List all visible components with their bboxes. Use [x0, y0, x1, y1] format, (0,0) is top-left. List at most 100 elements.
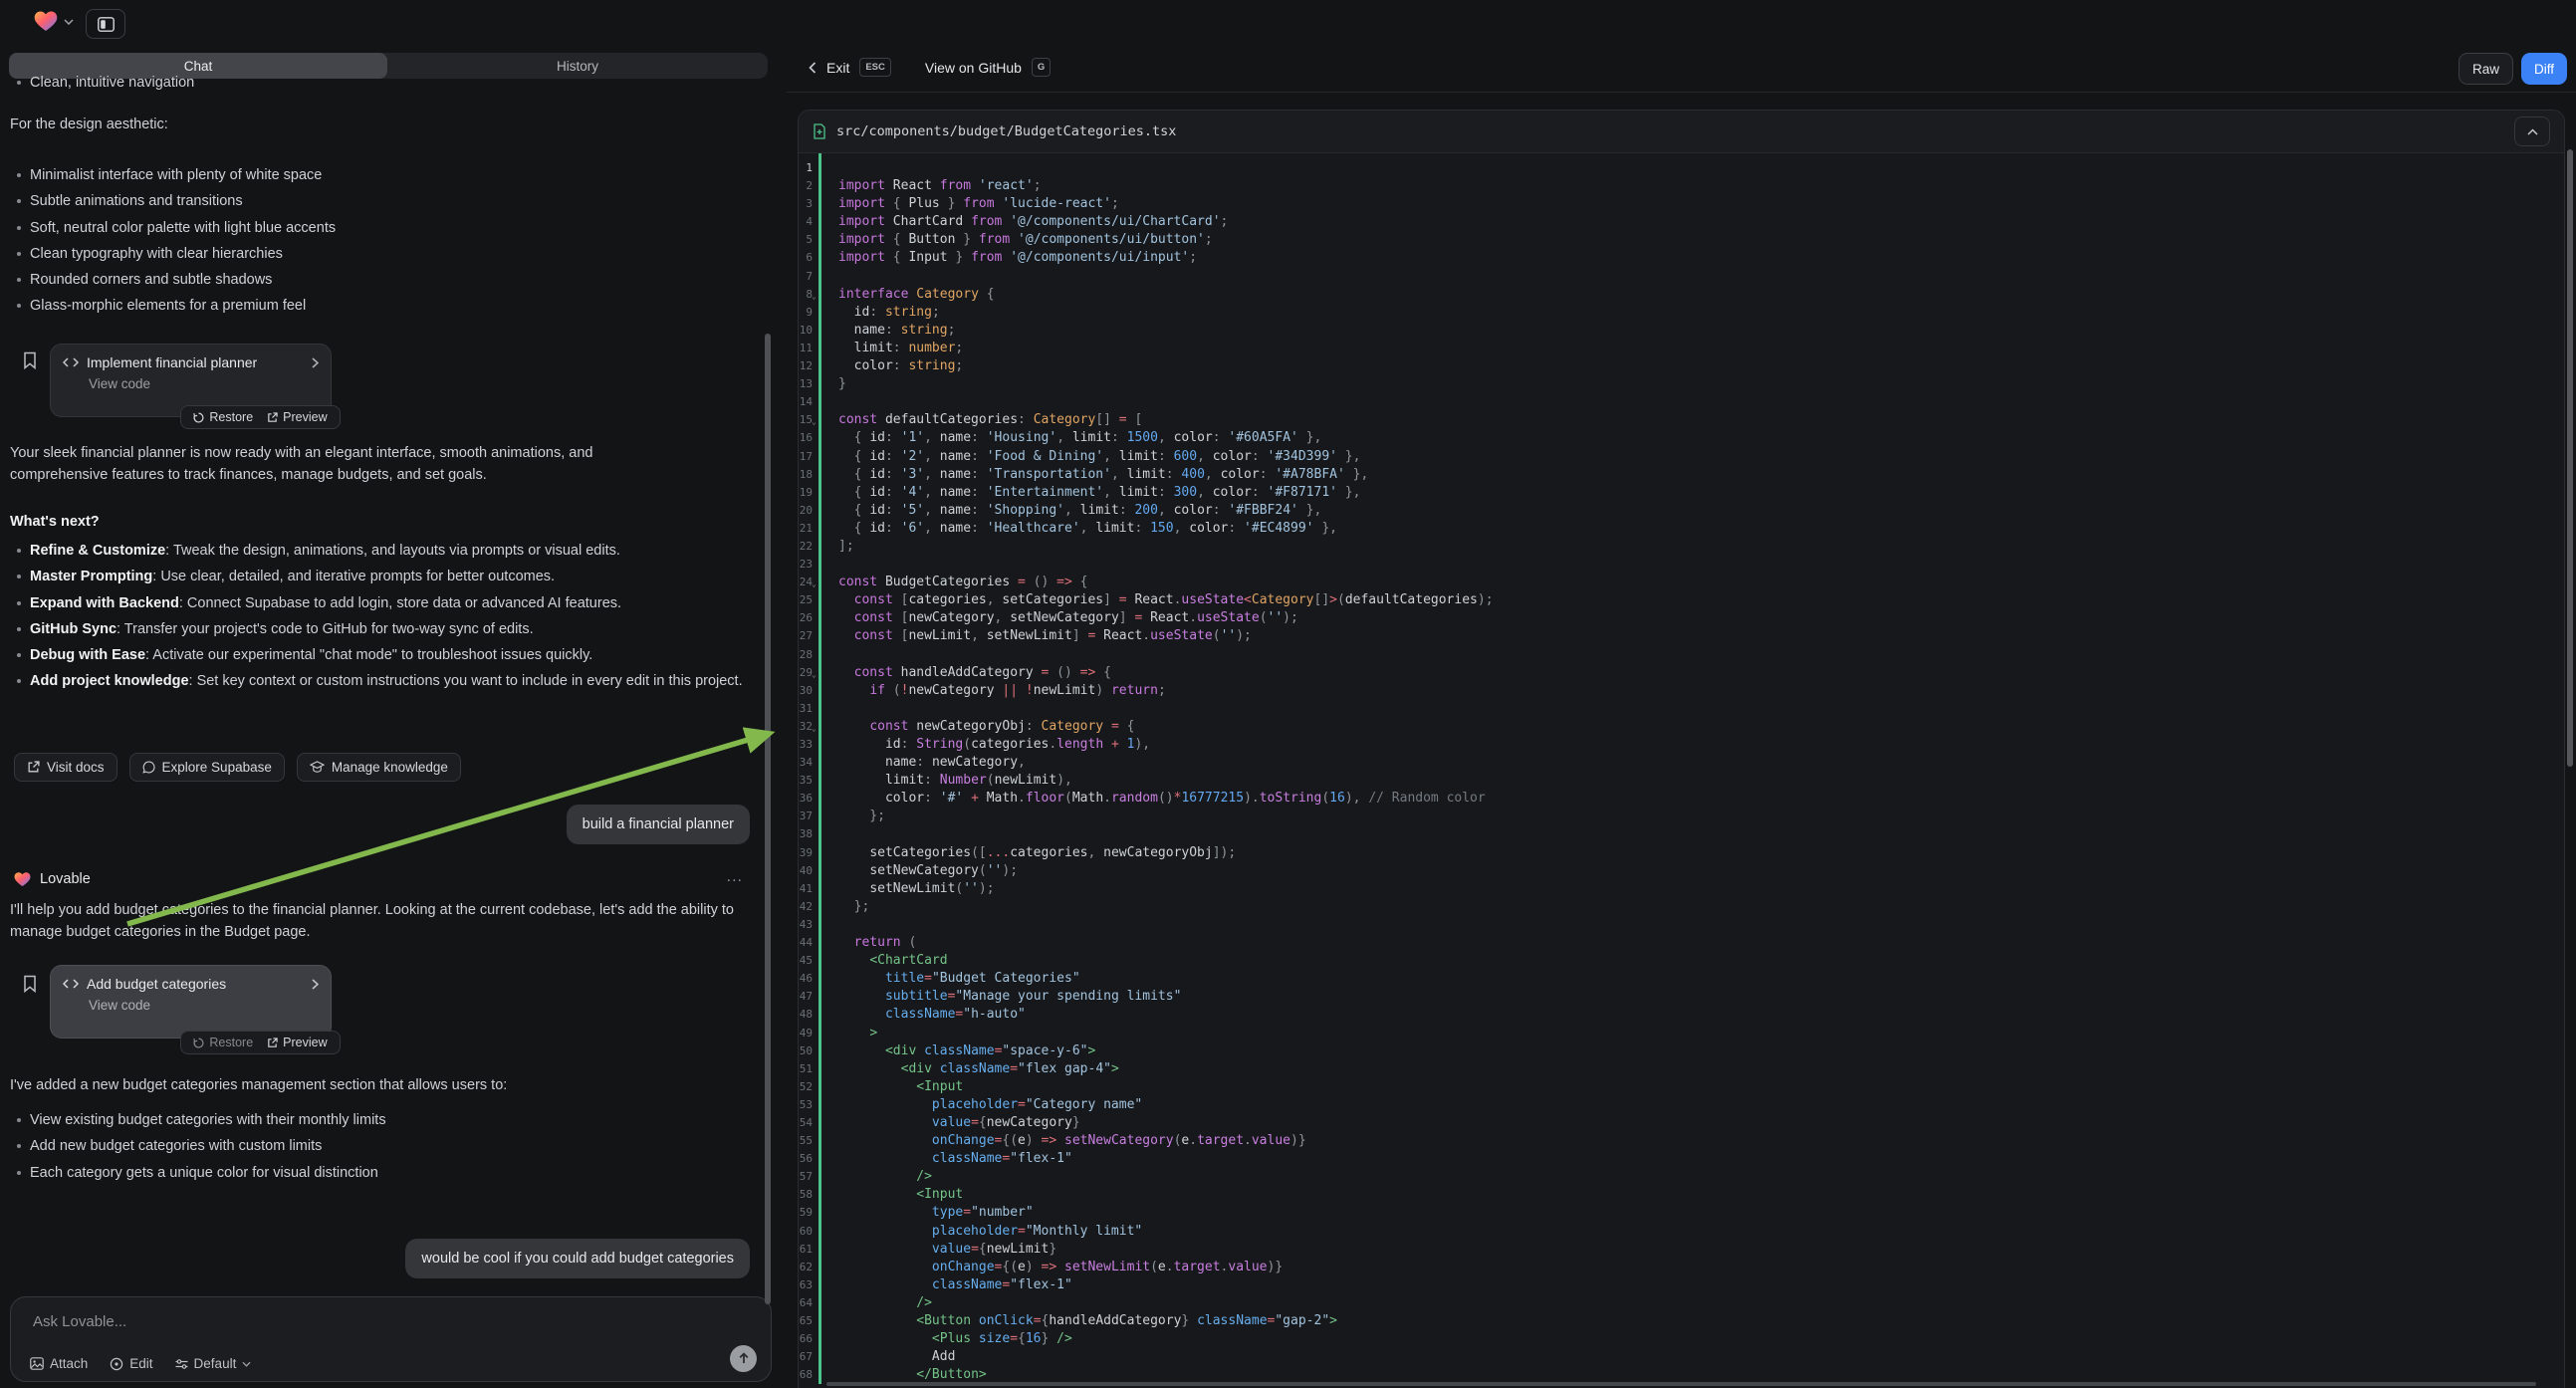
chat-input[interactable]	[31, 1311, 632, 1345]
preview-icon	[267, 1038, 278, 1048]
line-number: 29	[799, 664, 813, 682]
arrow-up-icon	[738, 1352, 750, 1365]
visit-docs-label: Visit docs	[47, 760, 105, 775]
code-line: 53 placeholder="Category name"	[799, 1096, 2564, 1114]
restore-button[interactable]: Restore	[193, 410, 253, 424]
diff-button[interactable]: Diff	[2521, 53, 2567, 85]
code-text: onChange={(e) => setNewCategory(e.target…	[838, 1132, 1306, 1150]
edit-label: Edit	[129, 1356, 152, 1371]
line-number: 18	[799, 466, 813, 484]
divider	[787, 92, 2576, 93]
preview-button[interactable]: Preview	[267, 1036, 327, 1049]
view-on-github-button[interactable]: View on GitHub	[925, 60, 1022, 76]
bookmark-icon[interactable]	[20, 350, 40, 370]
code-text: const handleAddCategory = () => {	[838, 664, 1111, 682]
artifact-card-add-budget-categories[interactable]: Add budget categories View code	[50, 965, 332, 1039]
explore-supabase-label: Explore Supabase	[162, 760, 272, 775]
code-line: 27 const [newLimit, setNewLimit] = React…	[799, 627, 2564, 645]
code-line: 18 { id: '3', name: 'Transportation', li…	[799, 466, 2564, 484]
code-text: import ChartCard from '@/components/ui/C…	[838, 213, 1228, 231]
code-text: limit: number;	[838, 340, 963, 357]
code-line: 24⌄const BudgetCategories = () => {	[799, 574, 2564, 591]
raw-button[interactable]: Raw	[2459, 53, 2513, 85]
code-line: 57 />	[799, 1168, 2564, 1186]
view-code-link[interactable]: View code	[89, 998, 319, 1013]
line-number: 42	[799, 898, 813, 916]
code-line: 52 <Input	[799, 1078, 2564, 1096]
external-link-icon	[27, 761, 40, 774]
code-editor[interactable]: 12import React from 'react';3import { Pl…	[799, 153, 2564, 1384]
restore-label: Restore	[209, 410, 253, 424]
code-line: 66 <Plus size={16} />	[799, 1330, 2564, 1348]
code-text: >	[838, 1025, 877, 1042]
assistant-header: Lovable	[14, 871, 91, 887]
lovable-avatar-icon	[14, 871, 31, 887]
restore-button[interactable]: Restore	[193, 1036, 253, 1049]
attach-button[interactable]: Attach	[30, 1356, 88, 1371]
code-text: ];	[838, 538, 854, 556]
code-text: }	[838, 375, 846, 393]
target-icon	[110, 1357, 123, 1371]
code-line: 5import { Button } from '@/components/ui…	[799, 231, 2564, 249]
line-number: 23	[799, 556, 813, 574]
code-text: type="number"	[838, 1204, 1034, 1222]
view-code-link[interactable]: View code	[89, 376, 319, 391]
manage-knowledge-button[interactable]: Manage knowledge	[297, 753, 461, 782]
back-chevron-icon[interactable]	[809, 62, 817, 74]
line-number: 22	[799, 538, 813, 556]
line-number: 33	[799, 736, 813, 754]
file-header[interactable]: src/components/budget/BudgetCategories.t…	[799, 111, 2564, 153]
code-line: 39 setCategories([...categories, newCate…	[799, 844, 2564, 862]
line-number: 17	[799, 448, 813, 466]
code-text: };	[838, 808, 885, 825]
code-line: 42 };	[799, 898, 2564, 916]
code-line: 6import { Input } from '@/components/ui/…	[799, 249, 2564, 267]
line-number: 14	[799, 393, 813, 411]
line-number: 10	[799, 322, 813, 340]
code-text: const newCategoryObj: Category = {	[838, 718, 1134, 736]
line-number: 46	[799, 970, 813, 988]
edit-mode-button[interactable]: Edit	[110, 1356, 152, 1371]
line-number: 21	[799, 520, 813, 538]
chat-scrollbar[interactable]	[765, 334, 771, 1304]
list-item: Debug with Ease: Activate our experiment…	[10, 642, 749, 668]
code-line: 56 className="flex-1"	[799, 1150, 2564, 1168]
line-number: 26	[799, 609, 813, 627]
code-text: name: newCategory,	[838, 754, 1026, 772]
code-line: 12 color: string;	[799, 357, 2564, 375]
visit-docs-button[interactable]: Visit docs	[14, 753, 117, 782]
code-text: { id: '4', name: 'Entertainment', limit:…	[838, 484, 1360, 502]
code-text: id: String(categories.length + 1),	[838, 736, 1150, 754]
assistant-intro-paragraph: I'll help you add budget categories to t…	[10, 899, 749, 943]
added-bullet-list: View existing budget categories with the…	[10, 1107, 752, 1186]
code-line: 34 name: newCategory,	[799, 754, 2564, 772]
line-number: 36	[799, 790, 813, 808]
code-horizontal-scrollbar[interactable]	[826, 1382, 2536, 1386]
code-line: 54 value={newCategory}	[799, 1114, 2564, 1132]
exit-button[interactable]: Exit	[826, 60, 849, 76]
preview-button[interactable]: Preview	[267, 410, 327, 424]
code-panel: Exit ESC View on GitHub G Raw Diff src/c…	[787, 0, 2576, 1388]
code-text: import { Input } from '@/components/ui/i…	[838, 249, 1197, 267]
code-text: onChange={(e) => setNewLimit(e.target.va…	[838, 1259, 1283, 1276]
bookmark-icon[interactable]	[20, 974, 40, 994]
code-line: 10 name: string;	[799, 322, 2564, 340]
code-line: 58 <Input	[799, 1186, 2564, 1204]
model-selector[interactable]: Default	[175, 1356, 252, 1371]
message-menu-button[interactable]: ...	[727, 868, 743, 886]
quick-action-buttons: Visit docs Explore Supabase Manage knowl…	[14, 753, 461, 782]
code-text: className="flex-1"	[838, 1150, 1072, 1168]
artifact-title: Implement financial planner	[87, 354, 304, 370]
user-message-2: would be cool if you could add budget ca…	[405, 1239, 750, 1278]
send-button[interactable]	[730, 1345, 757, 1372]
composer: Attach Edit Default	[10, 1296, 772, 1382]
code-line: 29⌄ const handleAddCategory = () => {	[799, 664, 2564, 682]
code-vertical-scrollbar[interactable]	[2567, 149, 2573, 767]
preview-icon	[267, 412, 278, 423]
whats-next-list: Refine & Customize: Tweak the design, an…	[10, 538, 749, 695]
explore-supabase-button[interactable]: Explore Supabase	[129, 753, 285, 782]
collapse-button[interactable]	[2514, 116, 2550, 146]
code-line: 11 limit: number;	[799, 340, 2564, 357]
attach-image-icon	[30, 1357, 44, 1370]
line-number: 50	[799, 1042, 813, 1060]
